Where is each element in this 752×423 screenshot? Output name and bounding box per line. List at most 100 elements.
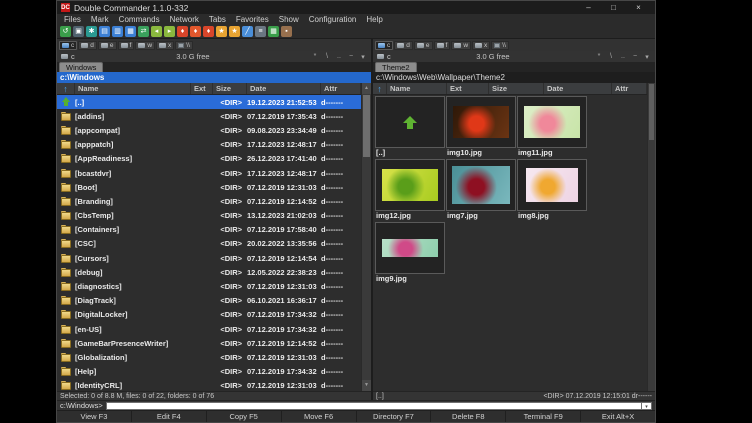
copy-left-icon[interactable]: ◂: [151, 26, 162, 37]
hot-directories-icon[interactable]: ★: [229, 26, 240, 37]
properties-icon[interactable]: ▪: [281, 26, 292, 37]
drive-button[interactable]: w: [135, 41, 155, 50]
path-shortcut-button[interactable]: ..: [619, 53, 627, 61]
thumbnail-item[interactable]: img8.jpg: [517, 159, 587, 221]
table-row[interactable]: [appcompat] <DIR> 09.08.2023 23:34:49 d-…: [57, 123, 371, 137]
table-row[interactable]: [DiagTrack] <DIR> 06.10.2021 16:36:17 d-…: [57, 294, 371, 308]
menu-item-show[interactable]: Show: [274, 15, 304, 24]
full-view-icon[interactable]: ▥: [112, 26, 123, 37]
function-key-f6[interactable]: Move F6: [282, 411, 356, 422]
tab-theme2[interactable]: Theme2: [375, 62, 417, 72]
menu-item-configuration[interactable]: Configuration: [304, 15, 362, 24]
network-drive-button[interactable]: \\: [175, 41, 193, 50]
column-header-attr[interactable]: Attr: [321, 83, 361, 94]
find-files-icon[interactable]: ♦: [177, 26, 188, 37]
table-row[interactable]: [Containers] <DIR> 07.12.2019 17:58:40 d…: [57, 223, 371, 237]
thumbnail-item[interactable]: img12.jpg: [375, 159, 445, 221]
column-header-ext[interactable]: Ext: [191, 83, 213, 94]
path-bar[interactable]: c:\Windows\Web\Wallpaper\Theme2: [373, 72, 655, 83]
compare-icon[interactable]: ≡: [255, 26, 266, 37]
table-row[interactable]: [Help] <DIR> 07.12.2019 17:34:32 d------…: [57, 365, 371, 379]
minimize-button[interactable]: –: [576, 1, 601, 14]
thumbnail-item[interactable]: img9.jpg: [375, 222, 445, 284]
pack-icon[interactable]: ▦: [268, 26, 279, 37]
drive-button[interactable]: x: [472, 41, 490, 50]
table-row[interactable]: [debug] <DIR> 12.05.2022 22:38:23 d-----…: [57, 265, 371, 279]
right-scrollbar[interactable]: [647, 83, 655, 391]
thumbnail-item[interactable]: img7.jpg: [446, 159, 516, 221]
drive-button[interactable]: f: [118, 41, 135, 50]
column-header-date[interactable]: Date: [247, 83, 321, 94]
refresh-icon[interactable]: ↺: [60, 26, 71, 37]
function-key-f8[interactable]: Delete F8: [431, 411, 505, 422]
menu-item-files[interactable]: Files: [59, 15, 86, 24]
menu-item-network[interactable]: Network: [165, 15, 204, 24]
column-header-ext[interactable]: Ext: [447, 83, 489, 94]
column-header-name[interactable]: Name: [75, 83, 191, 94]
current-drive[interactable]: c: [387, 52, 391, 61]
table-row[interactable]: [CSC] <DIR> 20.02.2022 13:35:56 d-------: [57, 237, 371, 251]
table-row[interactable]: [CbsTemp] <DIR> 13.12.2023 21:02:03 d---…: [57, 209, 371, 223]
sort-ascending-icon[interactable]: ↑: [373, 83, 387, 94]
path-shortcut-button[interactable]: −: [347, 53, 355, 61]
options-icon[interactable]: ✱: [86, 26, 97, 37]
menu-item-favorites[interactable]: Favorites: [231, 15, 274, 24]
function-key-alt+x[interactable]: Exit Alt+X: [581, 411, 655, 422]
menu-item-mark[interactable]: Mark: [86, 15, 114, 24]
table-row[interactable]: [en-US] <DIR> 07.12.2019 17:34:32 d-----…: [57, 322, 371, 336]
drive-button[interactable]: e: [414, 41, 433, 50]
path-shortcut-button[interactable]: *: [595, 53, 603, 61]
table-row[interactable]: [diagnostics] <DIR> 07.12.2019 12:31:03 …: [57, 279, 371, 293]
table-row[interactable]: [apppatch] <DIR> 17.12.2023 12:48:17 d--…: [57, 138, 371, 152]
path-shortcut-button[interactable]: ▾: [643, 53, 651, 61]
thumbnail-item[interactable]: img11.jpg: [517, 96, 587, 158]
drive-button[interactable]: c: [59, 41, 77, 50]
scroll-down-icon[interactable]: ▼: [362, 380, 371, 391]
thumbnail-item[interactable]: img10.jpg: [446, 96, 516, 158]
drive-button[interactable]: w: [451, 41, 471, 50]
table-row[interactable]: [Branding] <DIR> 07.12.2019 12:14:52 d--…: [57, 194, 371, 208]
copy-right-icon[interactable]: ▸: [164, 26, 175, 37]
maximize-button[interactable]: □: [601, 1, 626, 14]
brief-view-icon[interactable]: ▤: [99, 26, 110, 37]
drive-button[interactable]: d: [394, 41, 413, 50]
function-key-f7[interactable]: Directory F7: [357, 411, 431, 422]
thumbnail-item[interactable]: [..]: [375, 96, 445, 158]
tab-windows[interactable]: Windows: [59, 62, 103, 72]
swap-panels-icon[interactable]: ⇄: [138, 26, 149, 37]
column-header-date[interactable]: Date: [544, 83, 612, 94]
path-shortcut-button[interactable]: \: [607, 53, 615, 61]
sort-ascending-icon[interactable]: ↑: [57, 83, 75, 94]
path-shortcut-button[interactable]: ▾: [359, 53, 367, 61]
function-key-f5[interactable]: Copy F5: [207, 411, 281, 422]
scrollbar-thumb[interactable]: [363, 95, 370, 157]
thumbnails-view-icon[interactable]: ▦: [125, 26, 136, 37]
column-header-name[interactable]: Name: [387, 83, 447, 94]
table-row[interactable]: [Cursors] <DIR> 07.12.2019 12:14:54 d---…: [57, 251, 371, 265]
table-row[interactable]: [DigitalLocker] <DIR> 07.12.2019 17:34:3…: [57, 308, 371, 322]
table-row[interactable]: [bcastdvr] <DIR> 17.12.2023 12:48:17 d--…: [57, 166, 371, 180]
command-line-input[interactable]: [106, 402, 642, 410]
column-header-size[interactable]: Size: [489, 83, 544, 94]
drive-button[interactable]: c: [375, 41, 393, 50]
scrollbar-thumb[interactable]: [649, 84, 654, 140]
path-shortcut-button[interactable]: −: [631, 53, 639, 61]
menu-item-tabs[interactable]: Tabs: [204, 15, 231, 24]
menu-item-commands[interactable]: Commands: [114, 15, 165, 24]
path-bar[interactable]: c:\Windows: [57, 72, 371, 83]
current-drive[interactable]: c: [71, 52, 75, 61]
wipe-icon[interactable]: ♦: [190, 26, 201, 37]
scroll-up-icon[interactable]: ▲: [362, 83, 371, 94]
table-row[interactable]: [addins] <DIR> 07.12.2019 17:35:43 d----…: [57, 109, 371, 123]
function-key-f4[interactable]: Edit F4: [132, 411, 206, 422]
drive-button[interactable]: f: [434, 41, 451, 50]
menu-item-help[interactable]: Help: [361, 15, 387, 24]
table-row[interactable]: [AppReadiness] <DIR> 26.12.2023 17:41:40…: [57, 152, 371, 166]
drive-button[interactable]: e: [98, 41, 117, 50]
table-row[interactable]: [..] <DIR> 19.12.2023 21:52:53 d-------: [57, 95, 371, 109]
command-history-dropdown-icon[interactable]: ▾: [642, 402, 652, 410]
table-row[interactable]: [Boot] <DIR> 07.12.2019 12:31:03 d------…: [57, 180, 371, 194]
network-drive-button[interactable]: \\: [491, 41, 509, 50]
function-key-f9[interactable]: Terminal F9: [506, 411, 580, 422]
drive-button[interactable]: x: [156, 41, 174, 50]
